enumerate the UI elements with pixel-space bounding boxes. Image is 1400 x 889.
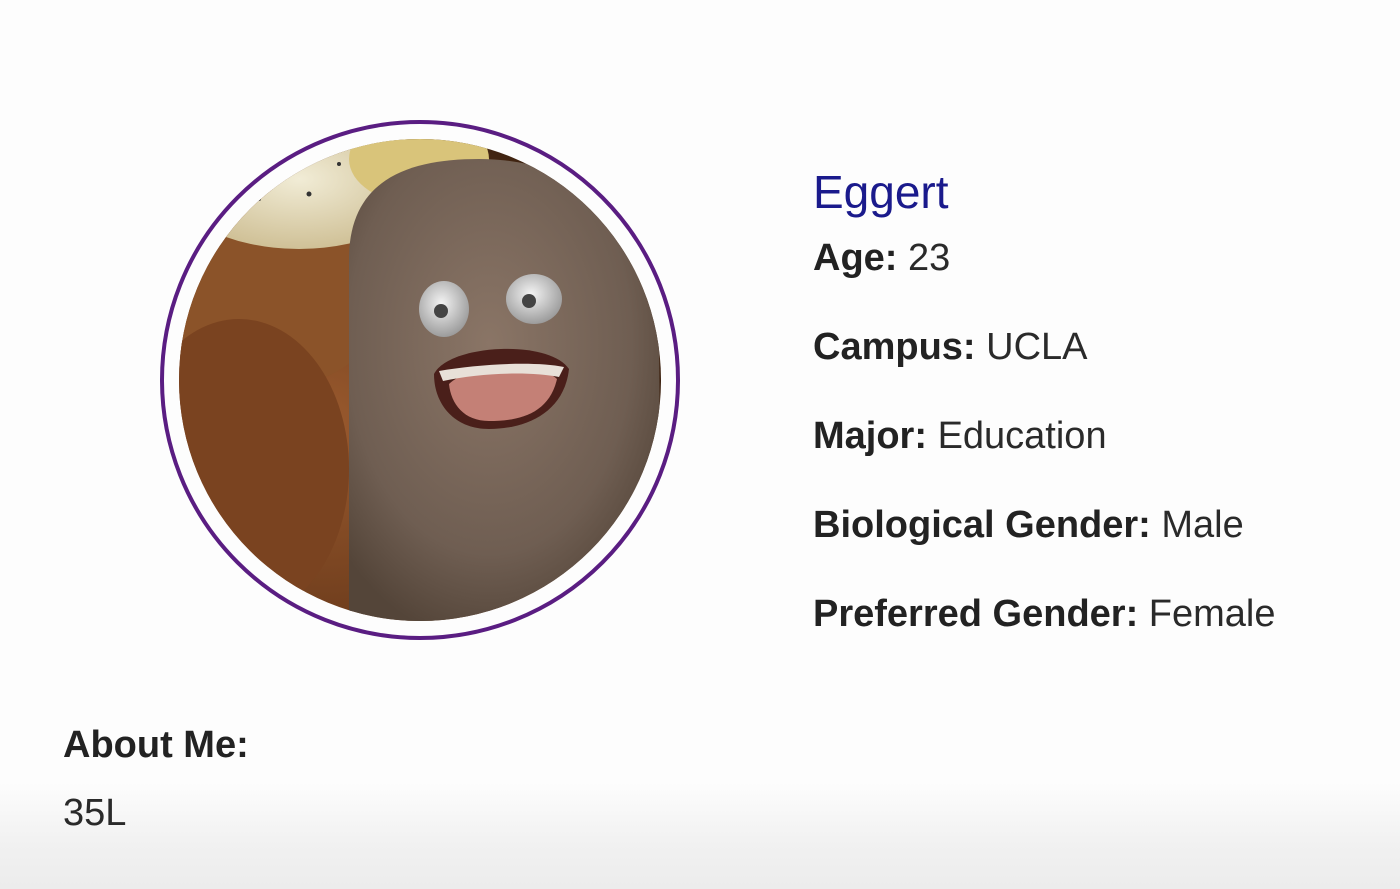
field-age-value: 23 — [908, 237, 951, 279]
avatar-photo — [179, 139, 661, 621]
about-title: About Me: — [63, 724, 249, 766]
about-section: About Me: 35L — [63, 722, 249, 836]
field-major-label: Major: — [813, 415, 927, 457]
field-preferred-gender-label: Preferred Gender: — [813, 593, 1139, 635]
field-preferred-gender-value: Female — [1148, 593, 1276, 635]
field-major: Major: Education — [813, 413, 1393, 459]
avatar-ring — [160, 120, 680, 640]
profile-name[interactable]: Eggert — [813, 163, 1393, 221]
field-biological-gender-value: Male — [1161, 504, 1244, 546]
field-biological-gender-label: Biological Gender: — [813, 504, 1151, 546]
field-campus-value: UCLA — [986, 326, 1088, 368]
field-major-value: Education — [937, 415, 1107, 457]
field-age-label: Age: — [813, 237, 898, 279]
avatar[interactable] — [179, 139, 661, 621]
field-campus-label: Campus: — [813, 326, 976, 368]
field-biological-gender: Biological Gender: Male — [813, 502, 1393, 548]
profile-page: Eggert Age: 23 Campus: UCLA Major: Educa… — [0, 0, 1400, 889]
profile-info: Eggert Age: 23 Campus: UCLA Major: Educa… — [813, 163, 1393, 680]
about-text: 35L — [63, 792, 127, 834]
field-age: Age: 23 — [813, 235, 1393, 281]
field-preferred-gender: Preferred Gender: Female — [813, 591, 1393, 637]
field-campus: Campus: UCLA — [813, 324, 1393, 370]
